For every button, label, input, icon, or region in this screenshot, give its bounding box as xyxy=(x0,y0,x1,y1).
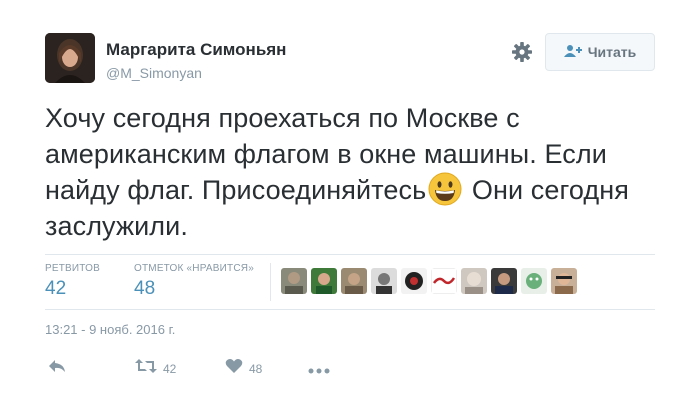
reply-button[interactable] xyxy=(47,358,67,379)
liker-avatar[interactable] xyxy=(341,268,367,294)
liker-avatars xyxy=(281,268,577,294)
likes-label: ОТМЕТОК «НРАВИТСЯ» xyxy=(134,263,254,274)
like-button[interactable]: 48 xyxy=(225,358,262,379)
likes-value: 48 xyxy=(134,278,156,299)
liker-avatar[interactable] xyxy=(371,268,397,294)
stats-separator xyxy=(270,263,271,301)
liker-avatar[interactable] xyxy=(521,268,547,294)
user-avatar[interactable] xyxy=(45,33,95,83)
heart-icon xyxy=(225,358,243,379)
liker-avatar[interactable] xyxy=(431,268,457,294)
reply-icon xyxy=(47,358,67,379)
liker-avatar[interactable] xyxy=(401,268,427,294)
liker-avatar[interactable] xyxy=(491,268,517,294)
liker-avatar[interactable] xyxy=(461,268,487,294)
user-name[interactable]: Маргарита Симоньян xyxy=(106,40,286,60)
more-icon xyxy=(308,361,330,379)
likes-stat[interactable]: ОТМЕТОК «НРАВИТСЯ» 48 xyxy=(134,263,254,300)
retweet-count: 42 xyxy=(163,361,177,376)
retweets-stat[interactable]: РЕТВИТОВ 42 xyxy=(45,263,100,300)
liker-avatar[interactable] xyxy=(551,268,577,294)
add-user-icon xyxy=(563,44,582,61)
tweet-text: Хочу сегодня проехаться по Москве с амер… xyxy=(45,100,660,244)
like-count: 48 xyxy=(249,361,263,376)
retweet-icon xyxy=(135,358,157,379)
retweets-value: 42 xyxy=(45,278,67,299)
user-handle[interactable]: @M_Simonyan xyxy=(106,65,202,81)
retweet-button[interactable]: 42 xyxy=(135,358,176,379)
divider-bottom xyxy=(45,309,655,310)
grinning-face-icon xyxy=(428,172,462,206)
follow-button-label: Читать xyxy=(587,44,637,60)
follow-button[interactable]: Читать xyxy=(545,33,655,71)
liker-avatar[interactable] xyxy=(281,268,307,294)
liker-avatar[interactable] xyxy=(311,268,337,294)
divider-top xyxy=(45,254,655,255)
retweets-label: РЕТВИТОВ xyxy=(45,263,101,274)
tweet-timestamp[interactable]: 13:21 - 9 нояб. 2016 г. xyxy=(45,322,175,337)
gear-icon[interactable] xyxy=(510,40,534,64)
more-button[interactable] xyxy=(308,361,330,379)
